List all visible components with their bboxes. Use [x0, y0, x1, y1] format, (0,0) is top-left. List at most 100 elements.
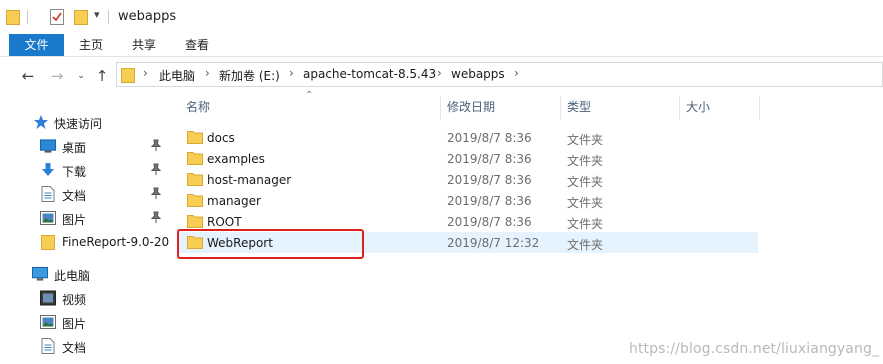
sidebar-item-this-pc[interactable]: 此电脑: [0, 263, 168, 285]
sidebar-item-label: 视频: [62, 293, 87, 307]
sidebar-item-label: 此电脑: [54, 269, 91, 283]
quick-access-toolbar-dropdown-icon[interactable]: ▾: [94, 8, 100, 24]
up-arrow-icon[interactable]: ↑: [92, 66, 112, 86]
back-arrow-icon[interactable]: ←: [18, 66, 38, 86]
file-type: 文件夹: [567, 238, 604, 252]
file-modified: 2019/8/7 12:32: [447, 236, 540, 250]
properties-icon[interactable]: [50, 9, 64, 25]
sidebar-item-pictures[interactable]: 图片: [0, 207, 168, 229]
breadcrumb-this-pc[interactable]: 此电脑: [159, 67, 195, 84]
sidebar-item-quick-access[interactable]: 快速访问: [0, 111, 168, 133]
file-modified: 2019/8/7 8:36: [447, 194, 532, 208]
picture-icon: [40, 315, 56, 329]
column-header-modified[interactable]: 修改日期: [447, 96, 495, 118]
document-icon: [41, 338, 55, 354]
file-name: host-manager: [207, 173, 292, 187]
file-type: 文件夹: [567, 217, 604, 231]
desktop-icon: [40, 139, 56, 153]
file-type: 文件夹: [567, 154, 604, 168]
sidebar-item-label: 下载: [62, 165, 87, 179]
column-header-type[interactable]: 类型: [567, 96, 591, 118]
sidebar-item-label: 文档: [62, 189, 87, 203]
folder-icon[interactable]: [6, 9, 20, 25]
breadcrumb-separator-icon[interactable]: ›: [437, 66, 442, 80]
ribbon-tabs: 文件 主页 共享 查看: [0, 34, 883, 57]
sidebar-item-label: FineReport-9.0-20: [62, 235, 170, 249]
pin-icon[interactable]: [150, 163, 162, 176]
sidebar-item-documents-pc[interactable]: 文档: [0, 335, 168, 357]
navigation-pane: 快速访问 桌面 下载 文档 图片 FineReport-9.0-20 此电脑 视…: [0, 94, 170, 364]
address-bar[interactable]: › 此电脑 › 新加卷 (E:) › apache-tomcat-8.5.43 …: [116, 62, 883, 87]
file-name: ROOT: [207, 215, 242, 229]
file-modified: 2019/8/7 8:36: [447, 173, 532, 187]
sidebar-item-label: 图片: [62, 213, 87, 227]
breadcrumb-separator-icon[interactable]: ›: [514, 66, 519, 80]
title-bar: ▾ webapps: [0, 0, 883, 34]
folder-icon: [187, 194, 203, 207]
sidebar-item-label: 桌面: [62, 141, 87, 155]
file-row-manager[interactable]: manager 2019/8/7 8:36 文件夹: [178, 190, 758, 211]
tab-home[interactable]: 主页: [66, 34, 116, 56]
breadcrumb-separator-icon[interactable]: ›: [289, 66, 294, 80]
navigation-bar: ← → ⌄ ↑ › 此电脑 › 新加卷 (E:) › apache-tomcat…: [0, 58, 883, 94]
breadcrumb-drive-e[interactable]: 新加卷 (E:): [219, 67, 280, 84]
sidebar-item-downloads[interactable]: 下载: [0, 159, 168, 181]
sidebar-item-label: 文档: [62, 341, 87, 355]
window-title: webapps: [118, 9, 177, 24]
folder-icon: [187, 215, 203, 228]
tab-file[interactable]: 文件: [9, 34, 64, 56]
file-modified: 2019/8/7 8:36: [447, 152, 532, 166]
folder-icon: [41, 235, 55, 250]
breadcrumb-apache-tomcat[interactable]: apache-tomcat-8.5.43: [303, 67, 436, 81]
breadcrumb-separator-icon[interactable]: ›: [205, 66, 210, 80]
pin-icon[interactable]: [150, 139, 162, 152]
picture-icon: [40, 211, 56, 225]
file-row-examples[interactable]: examples 2019/8/7 8:36 文件夹: [178, 148, 758, 169]
breadcrumb-webapps[interactable]: webapps: [451, 67, 505, 81]
folder-icon: [121, 68, 135, 83]
column-header-size[interactable]: 大小: [686, 96, 710, 118]
column-divider[interactable]: [759, 96, 760, 120]
pin-icon[interactable]: [150, 187, 162, 200]
annotation-highlight-box: [177, 229, 364, 259]
file-modified: 2019/8/7 8:36: [447, 215, 532, 229]
file-name: examples: [207, 152, 265, 166]
watermark: https://blog.csdn.net/liuxiangyang_: [629, 341, 880, 357]
breadcrumb-separator-icon[interactable]: ›: [143, 66, 148, 80]
file-row-host-manager[interactable]: host-manager 2019/8/7 8:36 文件夹: [178, 169, 758, 190]
sidebar-item-label: 快速访问: [54, 117, 103, 131]
sidebar-item-desktop[interactable]: 桌面: [0, 135, 168, 157]
computer-icon: [32, 266, 48, 281]
toolbar-separator: [27, 10, 28, 24]
column-divider[interactable]: [440, 96, 441, 120]
sidebar-item-finereport[interactable]: FineReport-9.0-20: [0, 231, 170, 253]
folder-icon: [187, 173, 203, 186]
sidebar-item-documents[interactable]: 文档: [0, 183, 168, 205]
new-folder-icon[interactable]: [74, 9, 88, 25]
folder-icon: [187, 131, 203, 144]
forward-arrow-icon[interactable]: →: [47, 66, 67, 86]
star-icon: [34, 115, 48, 129]
sidebar-item-videos[interactable]: 视频: [0, 287, 168, 309]
column-divider[interactable]: [560, 96, 561, 120]
tab-share[interactable]: 共享: [119, 34, 169, 56]
download-icon: [42, 163, 54, 176]
sort-ascending-icon: ⌃: [305, 90, 314, 101]
video-icon: [40, 290, 56, 306]
file-name: docs: [207, 131, 235, 145]
recent-locations-chevron-icon[interactable]: ⌄: [71, 66, 91, 86]
folder-icon: [187, 152, 203, 165]
sidebar-item-pictures-pc[interactable]: 图片: [0, 311, 168, 333]
file-type: 文件夹: [567, 196, 604, 210]
pin-icon[interactable]: [150, 211, 162, 224]
file-modified: 2019/8/7 8:36: [447, 131, 532, 145]
file-name: manager: [207, 194, 261, 208]
file-type: 文件夹: [567, 175, 604, 189]
toolbar-separator: [108, 10, 109, 24]
column-header-name[interactable]: 名称: [186, 96, 210, 118]
sidebar-item-label: 图片: [62, 317, 87, 331]
tab-view[interactable]: 查看: [172, 34, 222, 56]
column-divider[interactable]: [679, 96, 680, 120]
document-icon: [41, 186, 55, 202]
file-row-docs[interactable]: docs 2019/8/7 8:36 文件夹: [178, 127, 758, 148]
